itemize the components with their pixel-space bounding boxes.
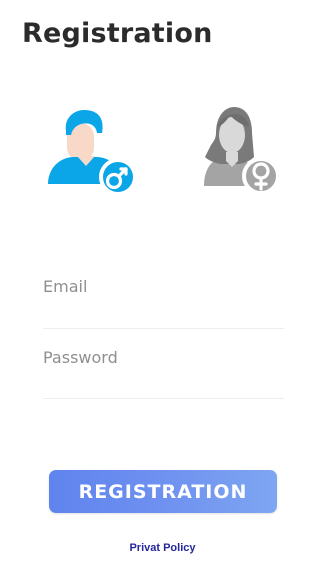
registration-screen: Registration Email REGISTRATION Privat P…	[0, 0, 325, 576]
female-avatar-icon	[204, 107, 279, 195]
registration-button[interactable]: REGISTRATION	[49, 470, 277, 513]
male-avatar-icon	[48, 110, 136, 196]
email-field	[43, 272, 284, 329]
password-field	[43, 343, 284, 399]
female-gender-option[interactable]	[187, 100, 279, 196]
privacy-policy-link[interactable]: Privat Policy	[0, 542, 325, 554]
male-gender-option[interactable]	[44, 100, 136, 196]
password-input[interactable]	[43, 343, 284, 371]
page-title: Registration	[22, 18, 213, 49]
email-input[interactable]	[43, 272, 284, 300]
